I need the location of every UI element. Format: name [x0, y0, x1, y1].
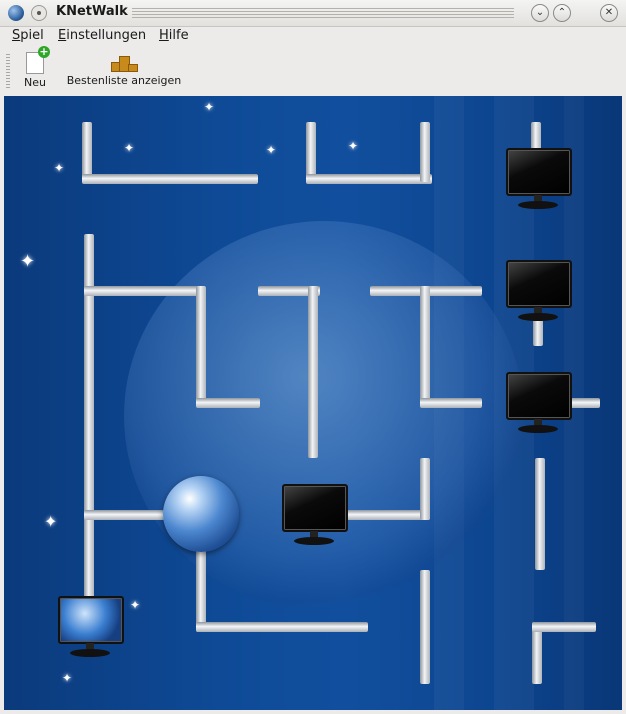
toolbar: Neu Bestenliste anzeigen: [0, 46, 626, 94]
new-document-icon: [26, 46, 50, 74]
cable-pipe[interactable]: [532, 622, 596, 632]
cable-pipe[interactable]: [84, 286, 204, 296]
show-highscores-label: Bestenliste anzeigen: [66, 74, 182, 87]
game-board[interactable]: ✦ ✦ ✦ ✦ ✦ ✦ ✦ ✦ ✦: [4, 96, 622, 710]
cable-pipe[interactable]: [420, 286, 430, 406]
sparkle: ✦: [20, 251, 36, 272]
new-game-button[interactable]: Neu: [20, 46, 50, 89]
maximize-button[interactable]: ⌃: [553, 4, 571, 22]
cable-pipe[interactable]: [344, 510, 430, 520]
cable-pipe[interactable]: [420, 570, 430, 684]
new-game-label: Neu: [24, 76, 46, 89]
window-title: KNetWalk: [56, 4, 128, 19]
monitor-icon[interactable]: [282, 484, 348, 548]
cable-pipe[interactable]: [420, 458, 430, 520]
sticky-pin-button[interactable]: [31, 5, 47, 21]
menu-hilfe[interactable]: Hilfe: [159, 28, 189, 43]
cable-pipe[interactable]: [82, 174, 258, 184]
podium-icon: [111, 54, 138, 72]
cable-pipe[interactable]: [196, 544, 206, 632]
sparkle: ✦: [54, 161, 65, 175]
title-bar-grip: [132, 8, 514, 18]
cable-pipe[interactable]: [82, 122, 92, 182]
title-bar[interactable]: KNetWalk ⌄ ⌃ ✕: [0, 0, 626, 27]
monitor-icon[interactable]: [506, 148, 572, 212]
menu-bar: Spiel Einstellungen Hilfe: [0, 26, 626, 48]
cable-pipe[interactable]: [306, 122, 316, 182]
cable-pipe[interactable]: [84, 510, 170, 520]
sparkle: ✦: [62, 671, 73, 685]
cable-pipe[interactable]: [196, 622, 368, 632]
menu-spiel[interactable]: Spiel: [12, 28, 44, 43]
cable-pipe[interactable]: [535, 458, 545, 570]
monitor-icon[interactable]: [506, 372, 572, 436]
monitor-icon[interactable]: [506, 260, 572, 324]
minimize-button[interactable]: ⌄: [531, 4, 549, 22]
cable-pipe[interactable]: [420, 122, 430, 182]
globe-server-icon[interactable]: [163, 476, 239, 552]
menu-einstellungen[interactable]: Einstellungen: [58, 28, 146, 43]
cable-pipe[interactable]: [196, 286, 206, 406]
sparkle: ✦: [44, 512, 58, 531]
toolbar-grip[interactable]: [6, 54, 10, 88]
cable-pipe[interactable]: [420, 398, 482, 408]
monitor-icon[interactable]: [58, 596, 124, 660]
show-highscores-button[interactable]: Bestenliste anzeigen: [62, 52, 186, 87]
close-button[interactable]: ✕: [600, 4, 618, 22]
knetwalk-globe-icon[interactable]: [8, 5, 24, 21]
cable-pipe[interactable]: [196, 398, 260, 408]
sparkle: ✦: [266, 143, 277, 157]
cable-pipe[interactable]: [570, 398, 600, 408]
cable-pipe[interactable]: [308, 286, 318, 458]
sparkle: ✦: [348, 139, 359, 153]
cable-pipe[interactable]: [306, 174, 432, 184]
sparkle: ✦: [124, 141, 135, 155]
sparkle: ✦: [130, 598, 141, 612]
sparkle: ✦: [204, 100, 215, 114]
background-globe: [124, 221, 524, 611]
